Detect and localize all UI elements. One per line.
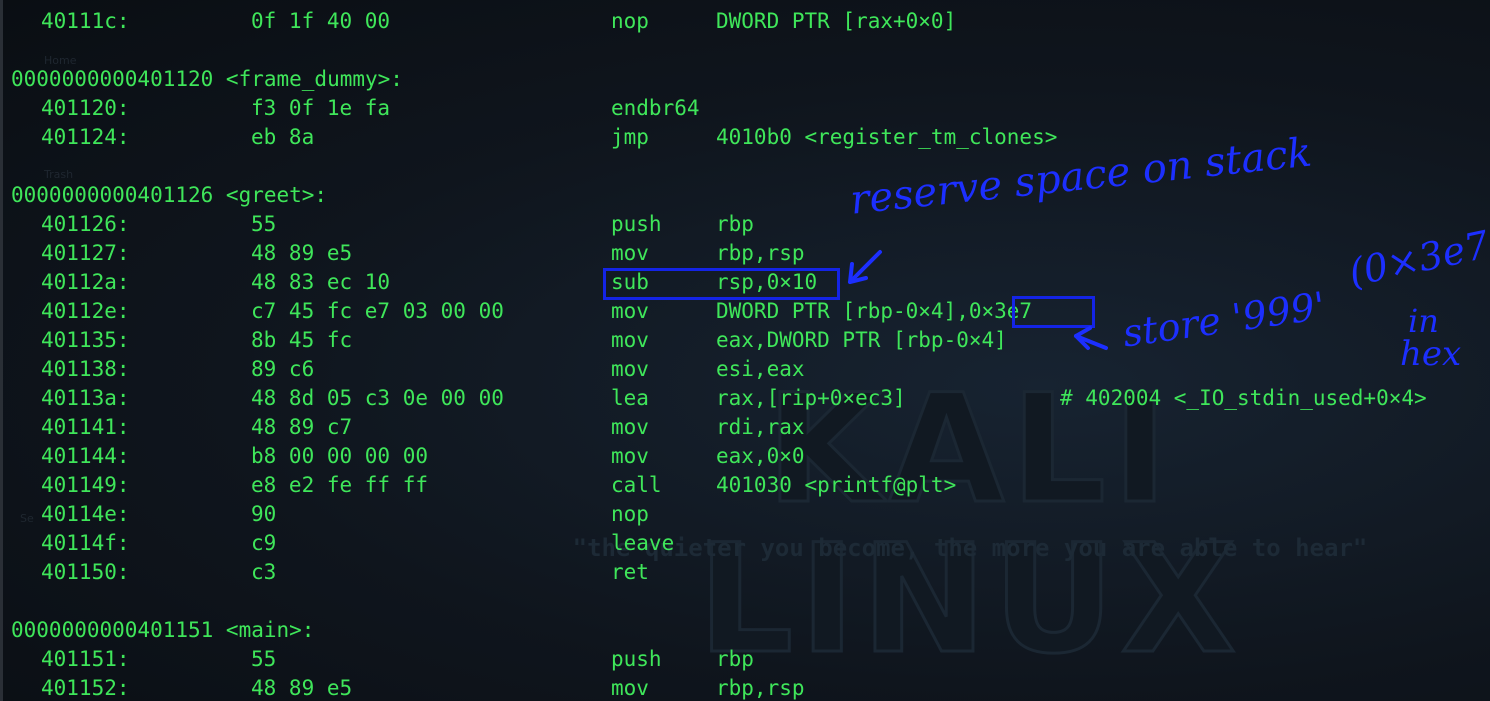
annotation-arrows [848,250,1108,350]
terminal-window[interactable]: KALI LINUX "the quieter you become, the … [0,0,1490,701]
